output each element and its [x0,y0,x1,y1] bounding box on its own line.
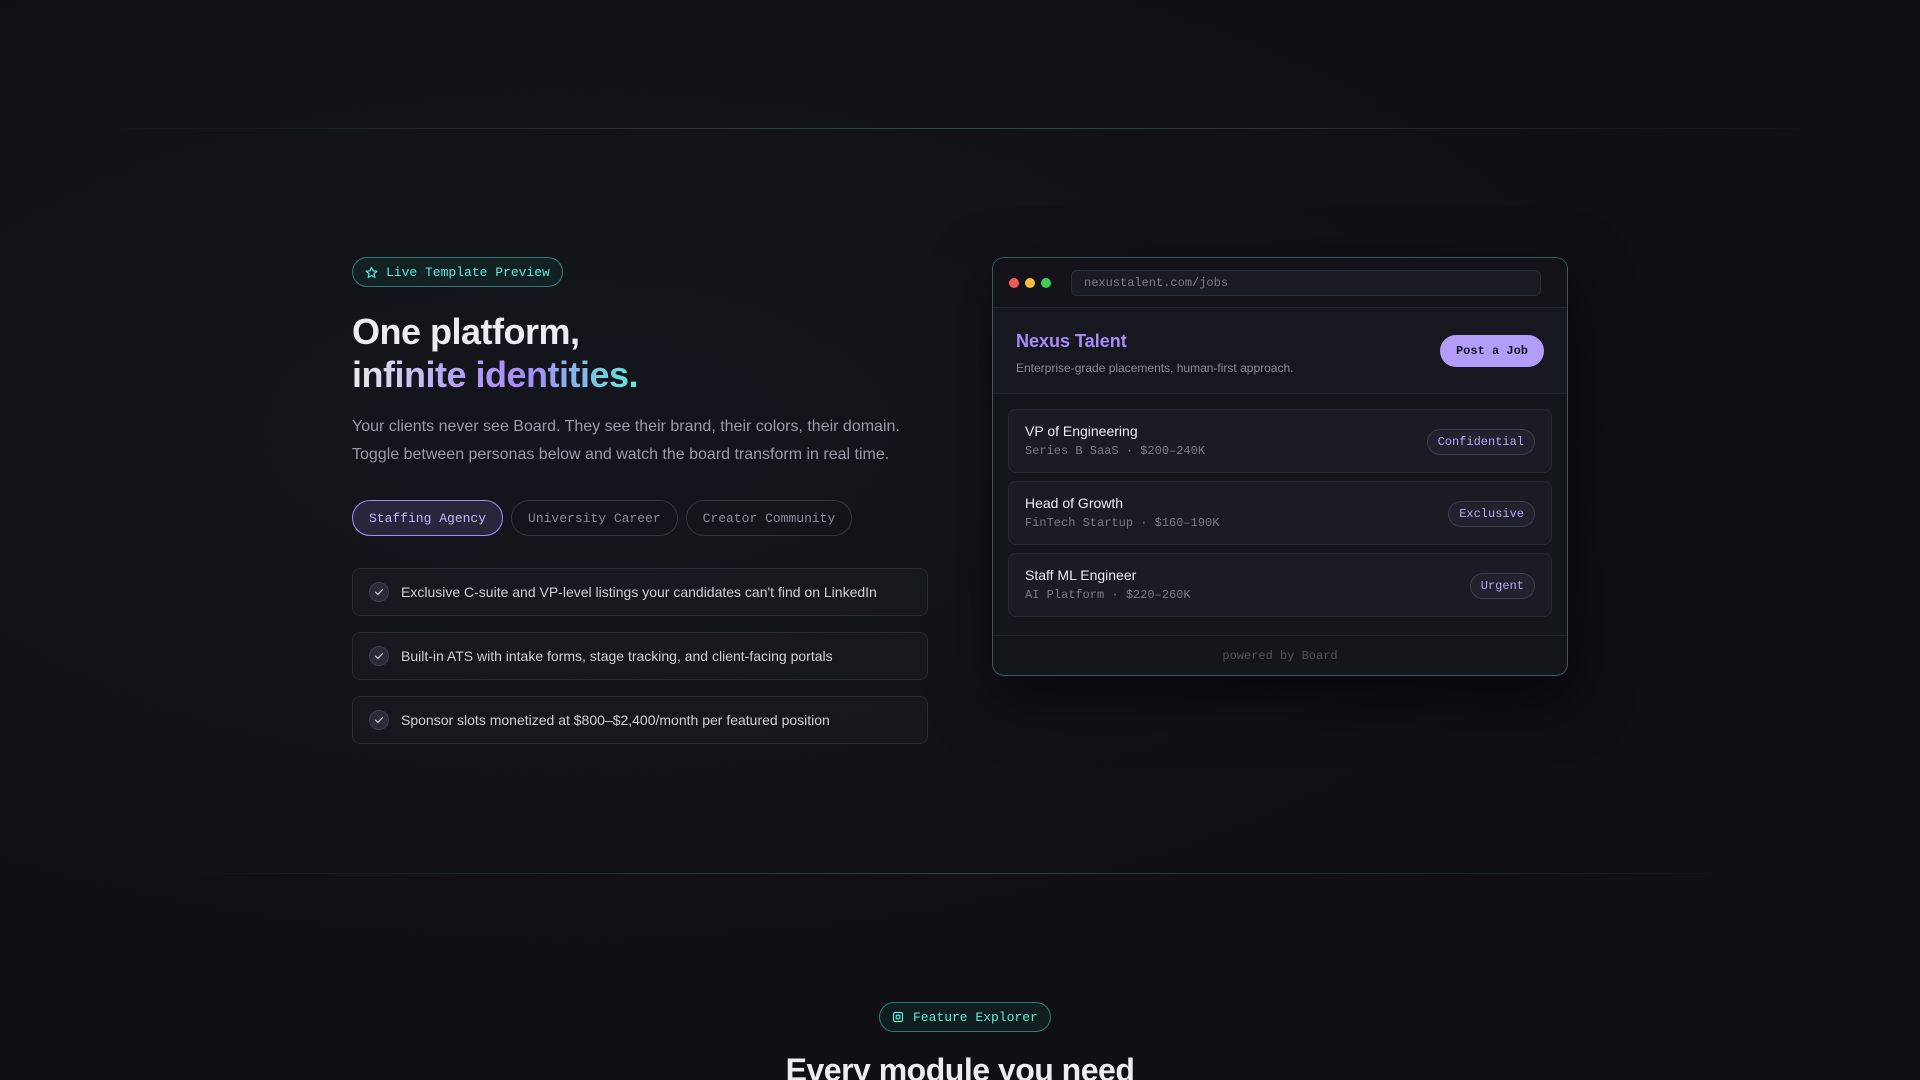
feature-explorer-badge: Feature Explorer [879,1002,1051,1032]
job-tag: Urgent [1469,573,1535,599]
job-listing[interactable]: VP of Engineering Series B SaaS · $200–2… [1008,409,1552,473]
job-title: Staff ML Engineer [1025,567,1137,583]
hero-headline: One platform, infinite identities. [352,310,639,396]
headline-line-2: infinite identities. [352,354,639,395]
window-close-dot [1009,277,1019,288]
section-divider [160,873,1760,874]
headline-line-1: One platform, [352,311,580,352]
check-icon [369,646,389,666]
job-meta: AI Platform · $220–260K [1025,588,1191,602]
check-icon [369,582,389,602]
persona-staffing-agency[interactable]: Staffing Agency [352,500,504,536]
feature-text: Exclusive C-suite and VP-level listings … [401,584,877,600]
template-preview-window: nexustalent.com/jobs Nexus Talent Enterp… [992,257,1568,676]
feature-explorer-badge-label: Feature Explorer [913,1009,1038,1025]
window-maximize-dot [1041,277,1051,288]
feature-item: Sponsor slots monetized at $800–$2,400/m… [352,696,928,744]
window-minimize-dot [1025,277,1035,288]
feature-item: Exclusive C-suite and VP-level listings … [352,568,928,616]
hero-subtext: Your clients never see Board. They see t… [352,418,900,463]
job-tag: Confidential [1426,429,1535,455]
job-listing[interactable]: Staff ML Engineer AI Platform · $220–260… [1008,553,1552,617]
feature-list: Exclusive C-suite and VP-level listings … [352,568,928,760]
address-bar[interactable]: nexustalent.com/jobs [1071,269,1541,296]
persona-toggle: Staffing Agency University Career Creato… [352,500,853,536]
feature-item: Built-in ATS with intake forms, stage tr… [352,632,928,680]
browser-toolbar: nexustalent.com/jobs [993,258,1567,308]
top-divider [80,128,1840,129]
persona-creator-community[interactable]: Creator Community [685,500,853,536]
check-icon [369,710,389,730]
post-job-button[interactable]: Post a Job [1439,335,1544,367]
job-tag: Exclusive [1448,501,1535,527]
live-template-badge-label: Live Template Preview [386,264,550,280]
persona-university-career[interactable]: University Career [511,500,678,536]
feature-text: Sponsor slots monetized at $800–$2,400/m… [401,712,830,728]
section-title: Every module you need [785,1052,1135,1080]
star-icon [365,266,378,279]
preview-site-header: Nexus Talent Enterprise-grade placements… [993,308,1567,394]
job-listing[interactable]: Head of Growth FinTech Startup · $160–19… [1008,481,1552,545]
live-template-badge: Live Template Preview [352,257,563,287]
job-list: VP of Engineering Series B SaaS · $200–2… [993,394,1567,617]
grid-icon [892,1011,905,1024]
powered-by-footer: powered by Board [993,635,1567,675]
feature-text: Built-in ATS with intake forms, stage tr… [401,648,833,664]
